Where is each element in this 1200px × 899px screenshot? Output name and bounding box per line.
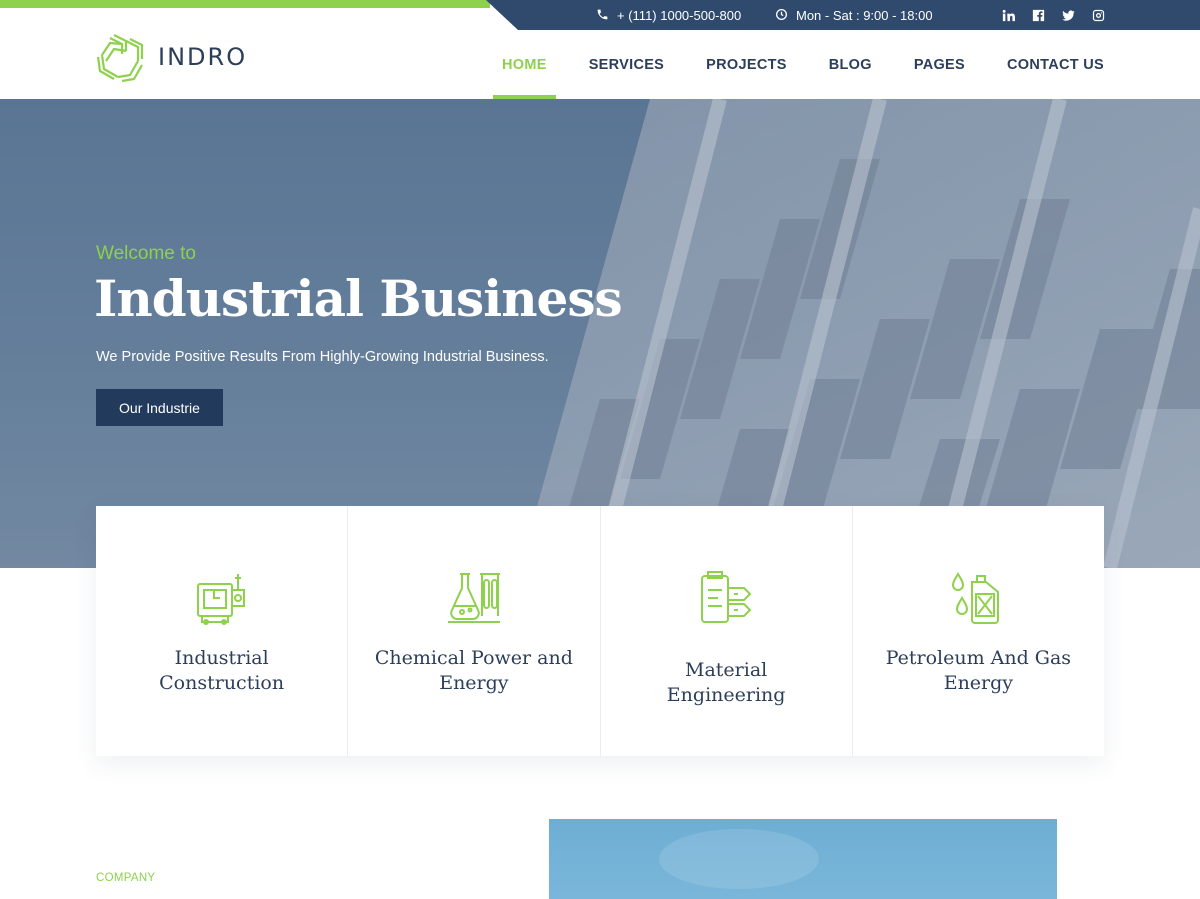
sky-cloud bbox=[659, 829, 819, 889]
phone-number: + (111) 1000-500-800 bbox=[617, 8, 742, 23]
feature-title: Industrial Construction bbox=[159, 647, 285, 694]
company-label: COMPANY bbox=[96, 872, 156, 884]
linkedin-icon[interactable] bbox=[1000, 7, 1016, 23]
engineering-icon bbox=[696, 568, 756, 628]
building-background bbox=[0, 99, 1200, 568]
machine-icon bbox=[192, 568, 252, 628]
nav-home[interactable]: HOME bbox=[481, 30, 568, 99]
logo[interactable]: INDRO bbox=[96, 30, 247, 84]
feature-cards: Industrial Construction Chemical Power a… bbox=[96, 506, 1104, 756]
our-industrie-button[interactable]: Our Industrie bbox=[96, 389, 223, 426]
facebook-icon[interactable] bbox=[1030, 7, 1046, 23]
hero-eyebrow: Welcome to bbox=[96, 243, 196, 264]
feature-title: Chemical Power and Energy bbox=[374, 647, 573, 694]
feature-title: Petroleum And Gas Energy bbox=[885, 647, 1072, 694]
feature-card[interactable]: Petroleum And Gas Energy bbox=[853, 506, 1104, 756]
flask-icon bbox=[444, 568, 504, 628]
clock-icon bbox=[775, 8, 788, 24]
top-bar: + (111) 1000-500-800 Mon - Sat : 9:00 - … bbox=[0, 0, 1200, 30]
feature-card[interactable]: Chemical Power and Energy bbox=[348, 506, 601, 756]
hero-title: Industrial Business bbox=[94, 269, 623, 328]
instagram-icon[interactable] bbox=[1090, 7, 1106, 23]
nav-contact[interactable]: CONTACT US bbox=[986, 30, 1104, 99]
hero-banner: Welcome to Industrial Business We Provid… bbox=[0, 99, 1200, 568]
fuel-can-icon bbox=[948, 568, 1008, 628]
hero-subtitle: We Provide Positive Results From Highly-… bbox=[96, 349, 549, 365]
hours-info: Mon - Sat : 9:00 - 18:00 bbox=[775, 7, 933, 24]
brand-name: INDRO bbox=[158, 43, 248, 71]
social-links bbox=[1000, 7, 1106, 23]
company-image bbox=[549, 819, 1057, 899]
logo-icon bbox=[96, 34, 144, 83]
accent-stripe bbox=[0, 0, 490, 8]
nav-services[interactable]: SERVICES bbox=[568, 30, 685, 99]
feature-card[interactable]: Industrial Construction bbox=[96, 506, 349, 756]
main-nav: HOME SERVICES PROJECTS BLOG PAGES CONTAC… bbox=[481, 30, 1104, 99]
opening-hours: Mon - Sat : 9:00 - 18:00 bbox=[796, 8, 933, 23]
nav-blog[interactable]: BLOG bbox=[808, 30, 893, 99]
feature-title: Material Engineering bbox=[666, 659, 786, 706]
feature-card[interactable]: Material Engineering bbox=[601, 506, 853, 756]
phone-info[interactable]: + (111) 1000-500-800 bbox=[596, 7, 741, 24]
site-header: INDRO HOME SERVICES PROJECTS BLOG PAGES … bbox=[0, 30, 1200, 99]
nav-projects[interactable]: PROJECTS bbox=[685, 30, 808, 99]
phone-icon bbox=[596, 8, 609, 24]
twitter-icon[interactable] bbox=[1060, 7, 1076, 23]
nav-pages[interactable]: PAGES bbox=[893, 30, 986, 99]
